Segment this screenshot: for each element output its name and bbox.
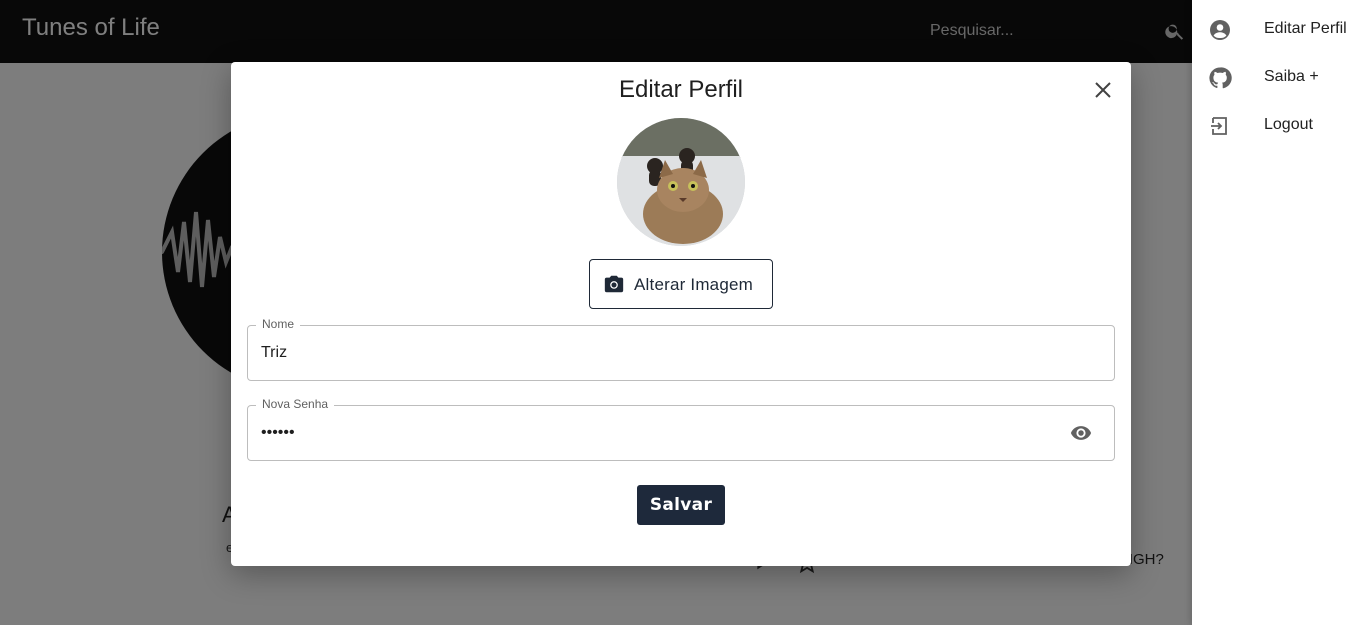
logout-icon	[1211, 117, 1227, 135]
name-input[interactable]	[261, 341, 1041, 365]
password-field-label: Nova Senha	[256, 397, 335, 411]
account-circle-icon	[1210, 20, 1230, 40]
password-input[interactable]	[261, 421, 1041, 445]
password-field: Nova Senha	[247, 397, 1115, 461]
profile-avatar	[617, 118, 745, 246]
change-image-button[interactable]: Alterar Imagem	[589, 259, 773, 309]
drawer-item-label: Editar Perfil	[1264, 20, 1347, 37]
toggle-password-visibility-button[interactable]	[1068, 422, 1094, 444]
camera-icon	[604, 275, 624, 293]
change-image-label: Alterar Imagem	[634, 275, 754, 294]
save-button[interactable]: Salvar	[637, 485, 725, 525]
close-icon	[1095, 82, 1111, 98]
close-button[interactable]	[1091, 78, 1115, 102]
name-field-label: Nome	[256, 317, 301, 331]
dialog-title: Editar Perfil	[618, 76, 744, 103]
drawer-item-label: Logout	[1264, 116, 1313, 133]
eye-icon	[1070, 426, 1092, 440]
drawer-item-label: Saiba +	[1264, 68, 1319, 85]
drawer-item-logout[interactable]: Logout	[1192, 106, 1361, 146]
side-drawer: Editar Perfil Saiba + Logout	[1192, 0, 1361, 625]
name-field: Nome	[247, 317, 1115, 381]
drawer-item-learn-more[interactable]: Saiba +	[1192, 58, 1361, 98]
profile-photo	[617, 118, 745, 246]
drawer-item-edit-profile[interactable]: Editar Perfil	[1192, 10, 1361, 50]
edit-profile-dialog: Editar Perfil Alterar Imagem Nome Triz N…	[231, 62, 1131, 566]
github-icon	[1209, 67, 1232, 89]
